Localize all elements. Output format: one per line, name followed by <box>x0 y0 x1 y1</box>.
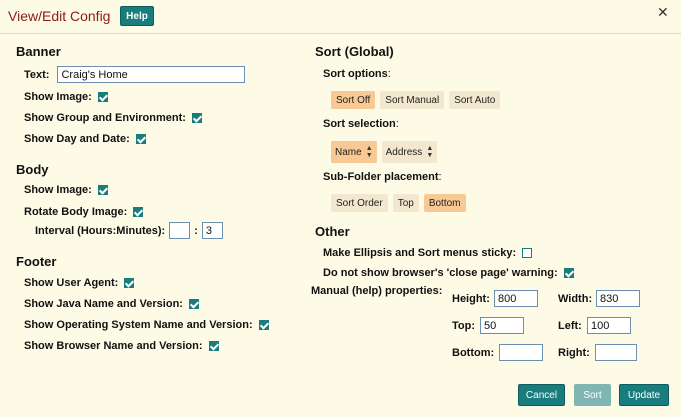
width-label: Width: <box>558 293 593 305</box>
footer-browser-checkbox[interactable] <box>208 341 219 351</box>
close-warning-checkbox[interactable] <box>563 268 574 278</box>
interval-hours-input[interactable] <box>169 222 191 239</box>
top-label: Top: <box>452 320 476 332</box>
interval-minutes-input[interactable] <box>201 222 223 239</box>
footer-heading: Footer <box>16 254 57 269</box>
banner-text-label: Text: <box>24 68 50 81</box>
other-heading: Other <box>315 224 350 239</box>
bottom-input[interactable] <box>499 344 543 361</box>
sort-arrows-icon: ▲ ▼ <box>365 145 373 159</box>
footer-java-checkbox[interactable] <box>188 299 199 309</box>
update-button[interactable]: Update <box>619 384 669 406</box>
subfolder-top-chip[interactable]: Top <box>392 194 419 212</box>
right-label: Right: <box>558 347 590 359</box>
banner-show-group-checkbox[interactable] <box>191 113 202 123</box>
banner-show-image-checkbox[interactable] <box>97 92 108 102</box>
sort-off-chip[interactable]: Sort Off <box>331 91 376 109</box>
body-show-image-label: Show Image: <box>24 184 92 196</box>
bottom-label: Bottom: <box>452 347 495 359</box>
height-label: Height: <box>452 293 490 305</box>
right-input[interactable] <box>595 344 637 361</box>
banner-show-day-checkbox[interactable] <box>135 134 146 144</box>
ellipsis-label: Make Ellipsis and Sort menus sticky: <box>323 247 517 259</box>
close-icon[interactable]: ✕ <box>657 4 669 21</box>
dialog-title: View/Edit Config <box>8 8 111 24</box>
height-input[interactable] <box>494 290 538 307</box>
cancel-button[interactable]: Cancel <box>518 384 565 406</box>
sort-options-label: Sort options <box>323 68 388 80</box>
sort-auto-chip[interactable]: Sort Auto <box>449 91 501 109</box>
header-divider <box>0 33 681 34</box>
banner-text-input[interactable] <box>57 66 246 83</box>
left-label: Left: <box>558 320 582 332</box>
subfolder-label: Sub-Folder placement <box>323 171 439 183</box>
interval-separator: : <box>194 224 198 237</box>
sort-selection-label: Sort selection <box>323 118 396 130</box>
sort-name-chip[interactable]: Name ▲ ▼ <box>331 141 377 163</box>
sort-manual-chip[interactable]: Sort Manual <box>380 91 445 109</box>
footer-os-label: Show Operating System Name and Version: <box>24 319 253 331</box>
footer-browser-label: Show Browser Name and Version: <box>24 340 203 352</box>
banner-show-day-label: Show Day and Date: <box>24 133 130 145</box>
subfolder-sort-order-chip[interactable]: Sort Order <box>331 194 388 212</box>
width-input[interactable] <box>596 290 640 307</box>
top-input[interactable] <box>480 317 524 334</box>
help-button[interactable]: Help <box>120 6 154 26</box>
close-warning-label: Do not show browser's 'close page' warni… <box>323 267 558 279</box>
interval-label: Interval (Hours:Minutes): <box>35 224 166 237</box>
body-show-image-checkbox[interactable] <box>97 185 108 195</box>
footer-user-agent-label: Show User Agent: <box>24 277 119 289</box>
body-rotate-label: Rotate Body Image: <box>24 206 128 218</box>
footer-os-checkbox[interactable] <box>258 320 269 330</box>
sort-button[interactable]: Sort <box>574 384 611 406</box>
banner-heading: Banner <box>16 44 61 59</box>
manual-properties-label: Manual (help) properties: <box>311 285 443 297</box>
footer-user-agent-checkbox[interactable] <box>124 278 135 288</box>
body-heading: Body <box>16 162 49 177</box>
sort-address-chip[interactable]: Address ▲ ▼ <box>381 141 438 163</box>
left-input[interactable] <box>587 317 631 334</box>
sort-arrows-icon: ▲ ▼ <box>426 145 434 159</box>
subfolder-bottom-chip[interactable]: Bottom <box>423 194 466 212</box>
sort-heading: Sort (Global) <box>315 44 394 59</box>
footer-java-label: Show Java Name and Version: <box>24 298 183 310</box>
banner-show-image-label: Show Image: <box>24 91 92 103</box>
body-rotate-checkbox[interactable] <box>133 207 144 217</box>
banner-show-group-label: Show Group and Environment: <box>24 112 186 124</box>
ellipsis-checkbox[interactable] <box>522 248 533 258</box>
